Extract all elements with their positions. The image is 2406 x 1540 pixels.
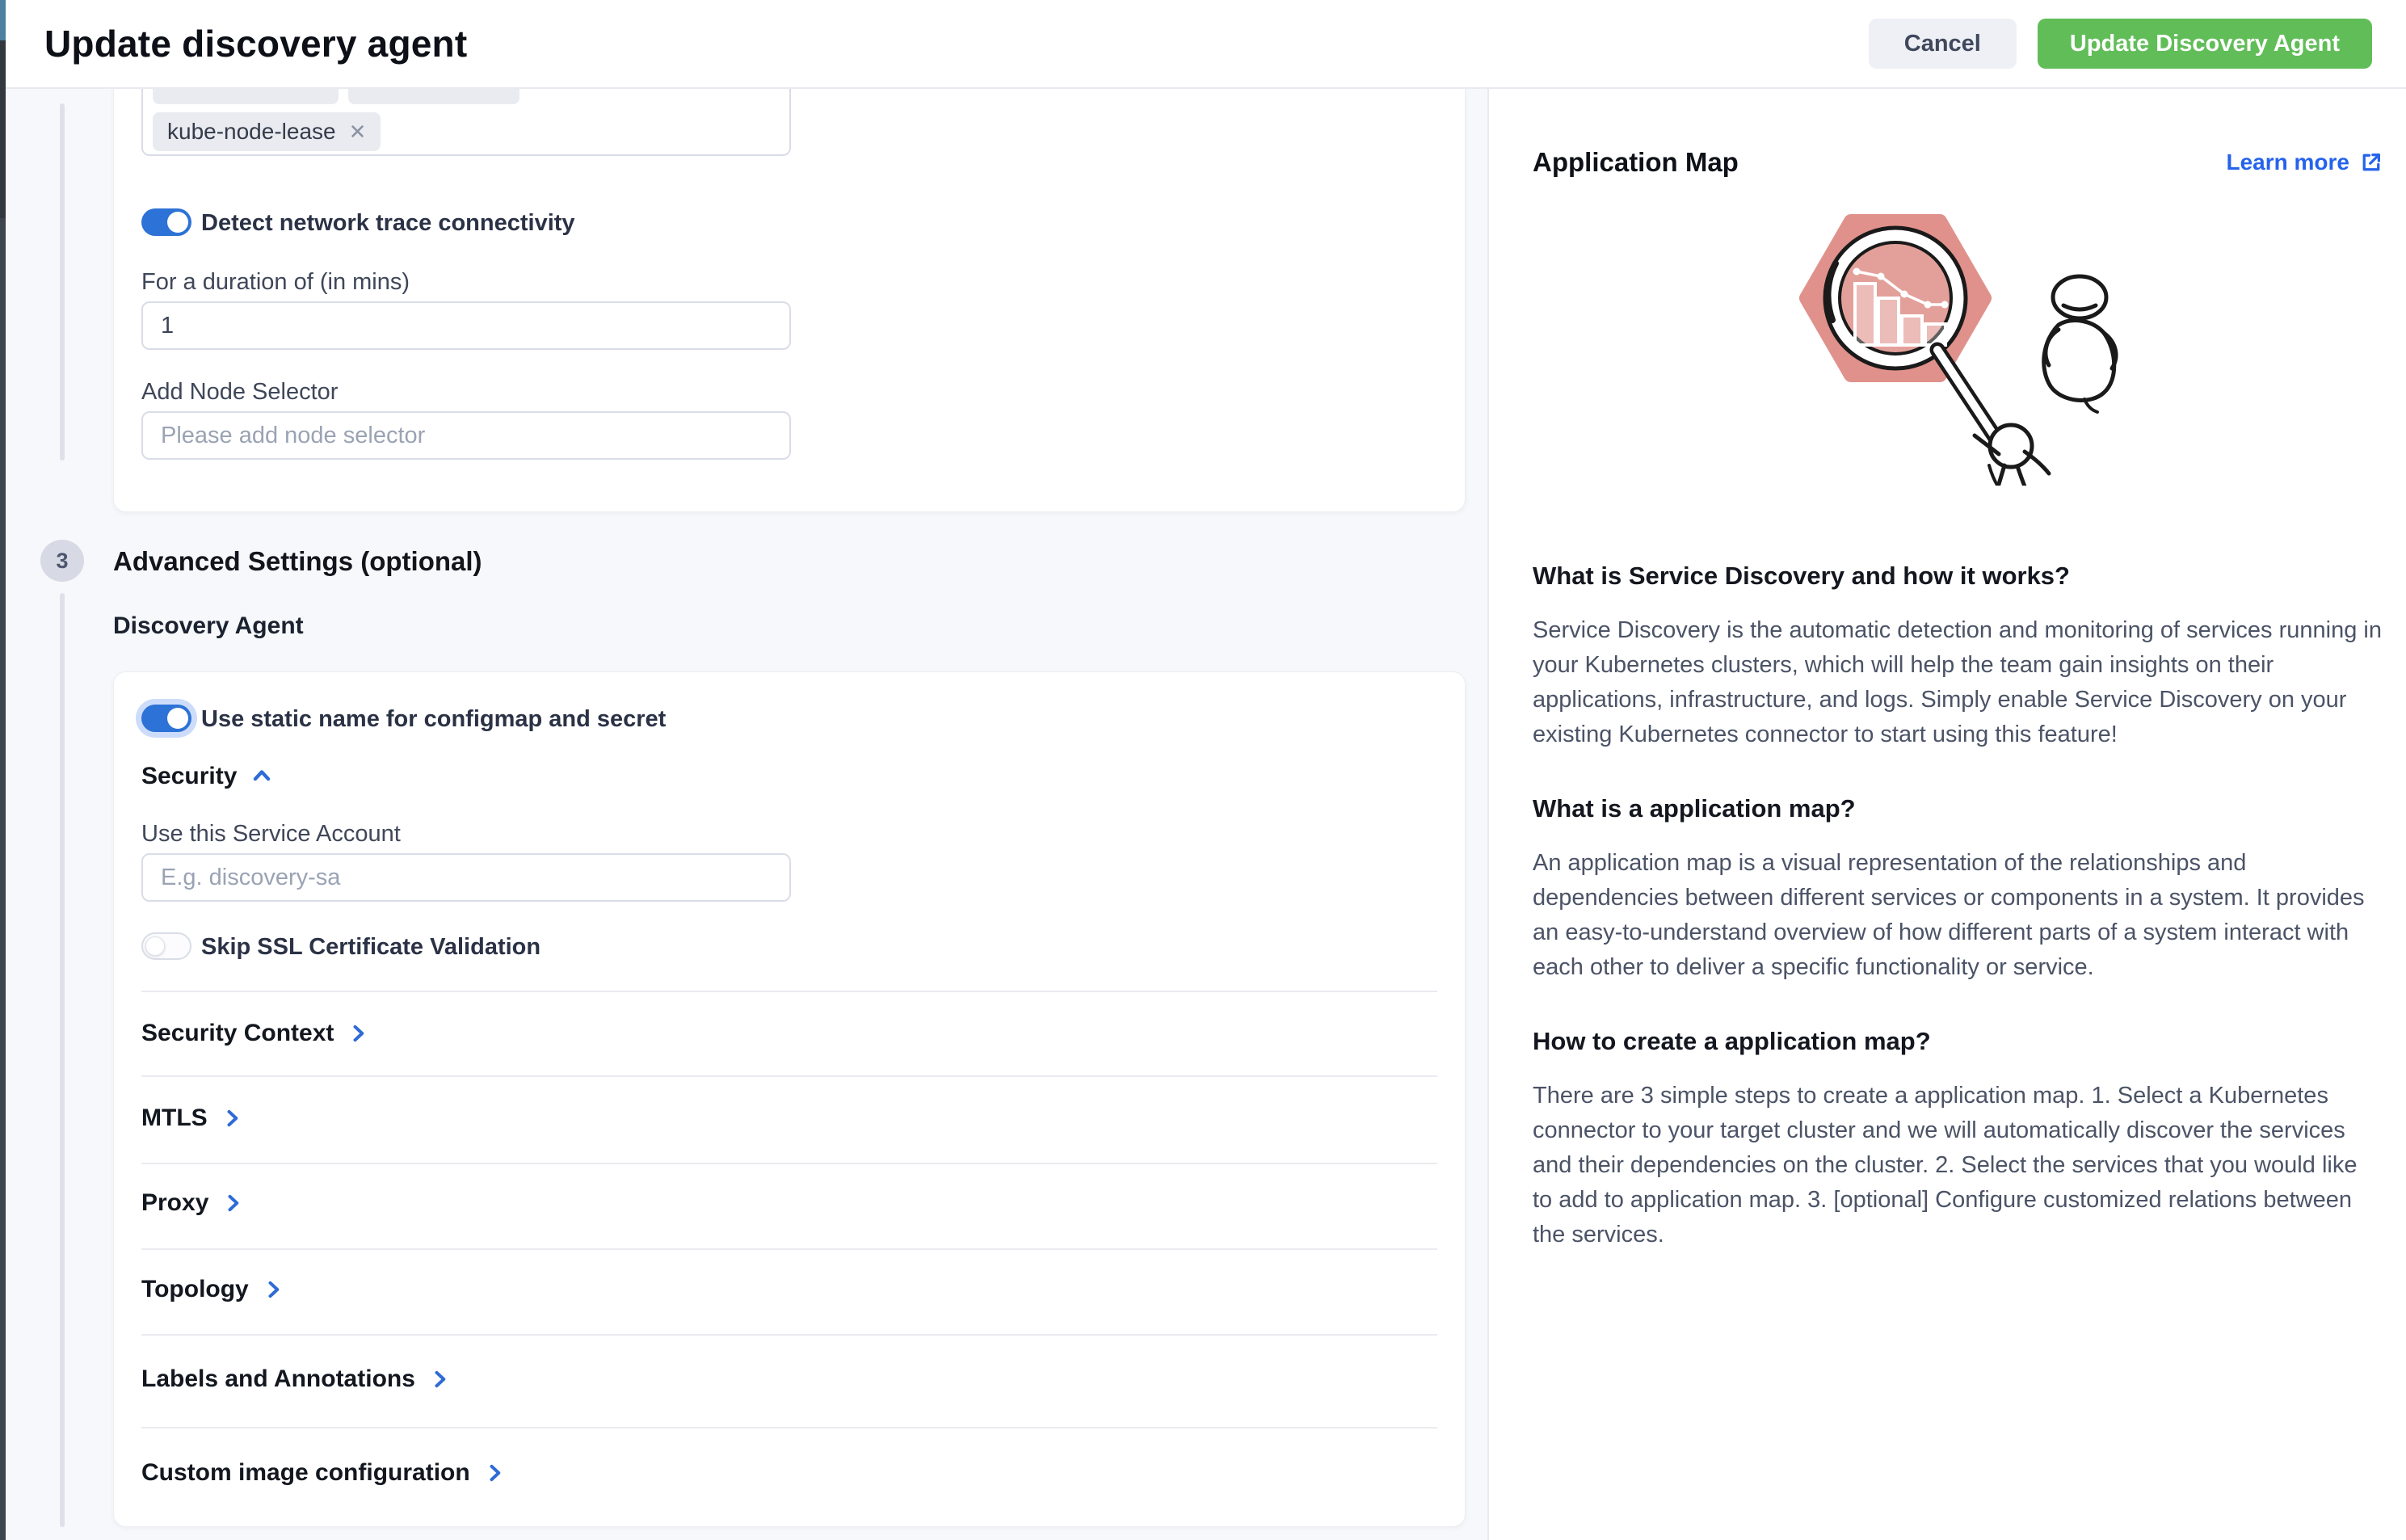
background-accent-strip	[0, 0, 6, 40]
divider	[141, 1075, 1437, 1077]
divider	[141, 1248, 1437, 1250]
info-heading: What is a application map?	[1533, 794, 2382, 823]
section-label: Topology	[141, 1276, 249, 1303]
divider	[141, 1163, 1437, 1164]
info-sections: What is Service Discovery and how it wor…	[1533, 562, 2382, 1294]
service-account-label: Use this Service Account	[141, 821, 401, 848]
section-label: MTLS	[141, 1105, 208, 1132]
skip-ssl-label: Skip SSL Certificate Validation	[201, 934, 541, 961]
static-name-toggle[interactable]	[141, 705, 191, 732]
divider	[141, 1334, 1437, 1336]
divider	[141, 1427, 1437, 1428]
security-section-header[interactable]: Security	[141, 763, 274, 790]
service-account-input[interactable]	[141, 853, 791, 902]
network-trace-card: kube-node-lease ✕ Detect network trace c…	[113, 47, 1466, 512]
figure-standing	[2044, 276, 2116, 412]
application-map-illustration	[1758, 207, 2138, 486]
section-label: Custom image configuration	[141, 1459, 470, 1487]
background-page-sliver	[0, 0, 6, 1540]
chevron-right-icon	[221, 1192, 244, 1214]
application-map-panel: Application Map Learn more	[1487, 89, 2406, 1540]
skip-ssl-toggle[interactable]	[141, 932, 191, 960]
chevron-right-icon	[483, 1462, 506, 1484]
step-connector-top	[60, 103, 65, 461]
step-3-badge: 3	[40, 540, 84, 582]
duration-input[interactable]	[141, 301, 791, 350]
info-paragraph: There are 3 simple steps to create a app…	[1533, 1079, 2382, 1252]
info-heading: How to create a application map?	[1533, 1027, 2382, 1056]
advanced-settings-title: Advanced Settings (optional)	[113, 546, 482, 577]
section-label: Proxy	[141, 1189, 208, 1217]
security-section-label: Security	[141, 763, 237, 790]
static-name-label: Use static name for configmap and secret	[201, 706, 666, 733]
chevron-right-icon	[347, 1022, 369, 1045]
section-security-context[interactable]: Security Context	[141, 1020, 369, 1047]
info-heading: What is Service Discovery and how it wor…	[1533, 562, 2382, 591]
toggle-knob	[167, 212, 188, 233]
duration-label: For a duration of (in mins)	[141, 269, 410, 296]
section-mtls[interactable]: MTLS	[141, 1105, 243, 1132]
node-selector-label: Add Node Selector	[141, 379, 338, 406]
info-paragraph: An application map is a visual represent…	[1533, 846, 2382, 985]
modal-header: Update discovery agent Cancel Update Dis…	[6, 0, 2406, 89]
application-map-title: Application Map	[1533, 147, 1739, 178]
remove-tag-icon[interactable]: ✕	[349, 121, 367, 142]
chevron-right-icon	[262, 1278, 284, 1301]
learn-more-link[interactable]: Learn more	[2227, 149, 2384, 175]
toggle-knob	[145, 936, 165, 956]
advanced-settings-card: Use static name for configmap and secret…	[113, 671, 1466, 1527]
namespace-tag: kube-node-lease ✕	[153, 112, 381, 151]
detect-network-trace-toggle[interactable]	[141, 208, 191, 236]
info-paragraph: Service Discovery is the automatic detec…	[1533, 613, 2382, 752]
section-label: Labels and Annotations	[141, 1365, 415, 1393]
section-topology[interactable]: Topology	[141, 1276, 284, 1303]
section-proxy[interactable]: Proxy	[141, 1189, 244, 1217]
step-connector-bottom	[60, 593, 65, 1527]
learn-more-label: Learn more	[2227, 149, 2350, 175]
toggle-knob	[167, 708, 188, 729]
divider	[141, 991, 1437, 992]
chevron-right-icon	[221, 1107, 243, 1130]
chevron-right-icon	[428, 1368, 451, 1391]
section-custom-image[interactable]: Custom image configuration	[141, 1459, 506, 1487]
detect-network-trace-label: Detect network trace connectivity	[201, 210, 575, 237]
namespace-tag-label: kube-node-lease	[167, 119, 336, 145]
section-label: Security Context	[141, 1020, 334, 1047]
cancel-button[interactable]: Cancel	[1869, 19, 2017, 69]
discovery-agent-subtitle: Discovery Agent	[113, 612, 304, 640]
node-selector-input[interactable]	[141, 411, 791, 460]
chevron-up-icon	[250, 764, 274, 789]
background-dark-strip	[0, 40, 6, 218]
update-discovery-agent-button[interactable]: Update Discovery Agent	[2038, 19, 2372, 69]
external-link-icon	[2359, 150, 2383, 175]
page-title: Update discovery agent	[44, 22, 467, 65]
section-labels-annotations[interactable]: Labels and Annotations	[141, 1365, 451, 1393]
